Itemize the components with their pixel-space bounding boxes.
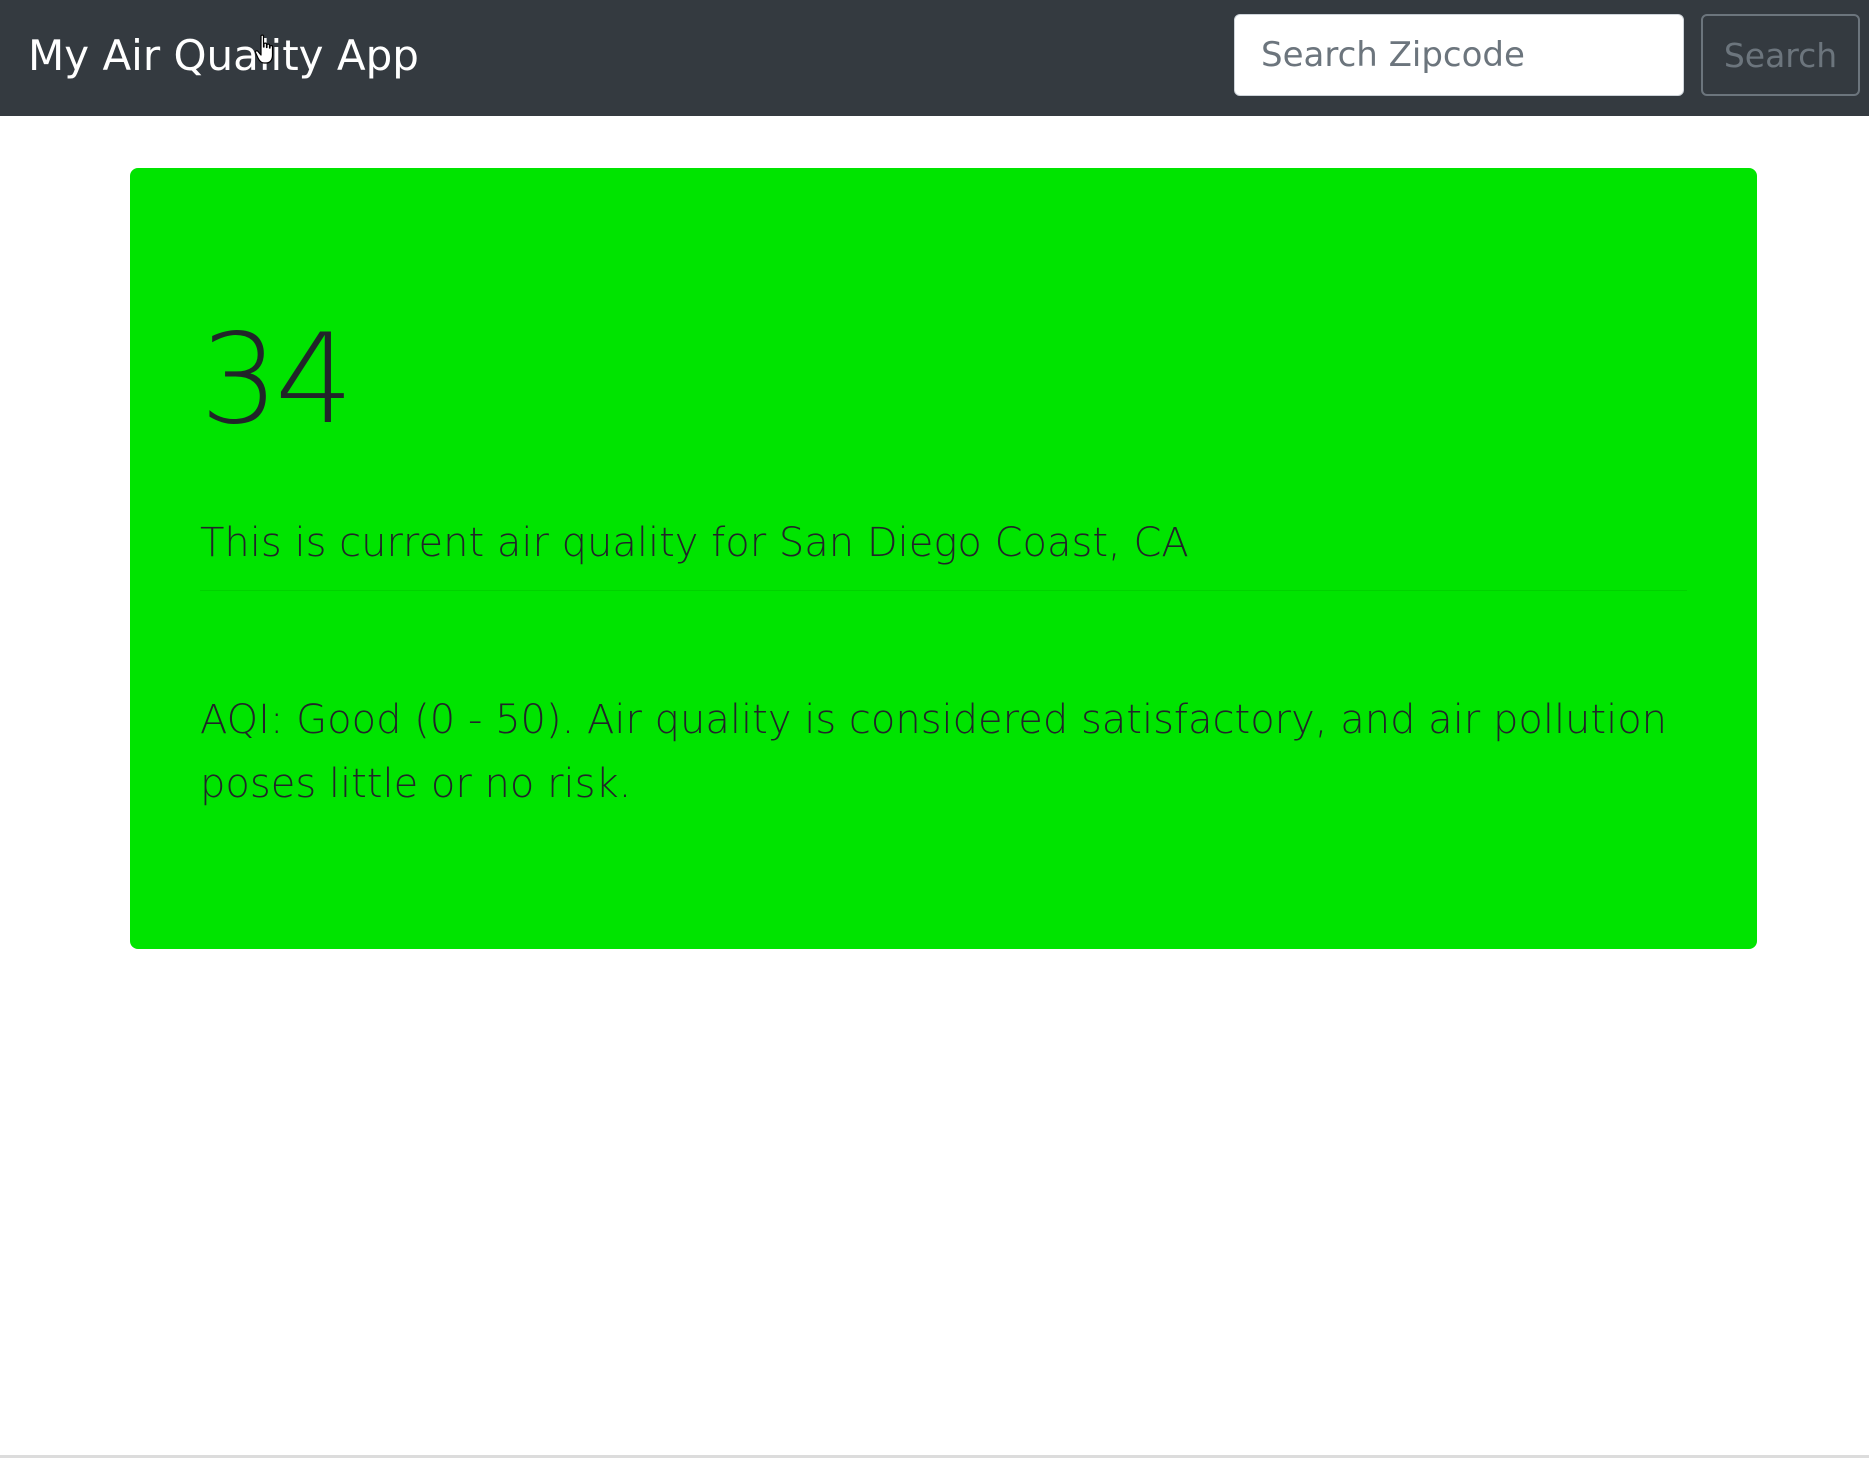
location-text: This is current air quality for San Dieg… <box>200 520 1189 566</box>
navbar: My Air Quality App Search <box>0 0 1869 116</box>
search-button[interactable]: Search <box>1701 14 1860 96</box>
divider <box>200 590 1687 591</box>
aqi-result-card: 34 This is current air quality for San D… <box>130 168 1757 949</box>
search-zipcode-input[interactable] <box>1234 14 1684 96</box>
aqi-value: 34 <box>200 308 354 452</box>
brand-link[interactable]: My Air Quality App <box>28 0 419 116</box>
aqi-description: AQI: Good (0 - 50). Air quality is consi… <box>200 697 1668 807</box>
hand-pointer-icon <box>254 34 274 64</box>
